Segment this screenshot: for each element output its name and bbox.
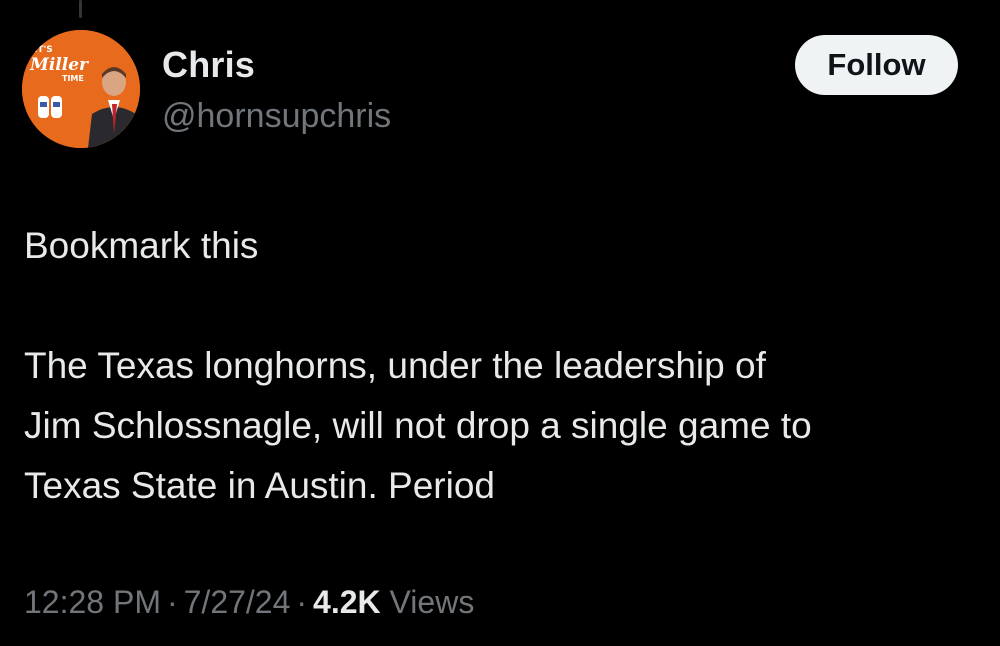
views-label[interactable]: Views xyxy=(390,584,475,620)
tweet-line: Bookmark this xyxy=(24,225,259,266)
display-name[interactable]: Chris xyxy=(162,44,391,86)
tweet-text: Bookmark this The Texas longhorns, under… xyxy=(24,216,984,516)
tweet-line: Jim Schlossnagle, will not drop a single… xyxy=(24,405,812,446)
tweet-time[interactable]: 12:28 PM xyxy=(24,584,161,620)
user-handle[interactable]: @hornsupchris xyxy=(162,96,391,136)
svg-text:TIME: TIME xyxy=(62,74,84,83)
views-count[interactable]: 4.2K xyxy=(313,584,381,620)
thread-connector-line xyxy=(79,0,82,18)
tweet-metadata: 12:28 PM · 7/27/24 · 4.2K Views xyxy=(24,580,474,624)
svg-text:IT'S: IT'S xyxy=(34,45,53,55)
avatar[interactable]: IT'S Miller TIME xyxy=(22,30,140,148)
tweet-line: The Texas longhorns, under the leadershi… xyxy=(24,345,766,386)
svg-text:Miller: Miller xyxy=(29,55,89,75)
separator-dot: · xyxy=(296,584,308,620)
tweet-line: Texas State in Austin. Period xyxy=(24,465,495,506)
user-info: Chris @hornsupchris xyxy=(162,44,391,136)
tweet-date[interactable]: 7/27/24 xyxy=(184,584,291,620)
avatar-image: IT'S Miller TIME xyxy=(22,30,140,148)
follow-button[interactable]: Follow xyxy=(795,35,958,95)
separator-dot: · xyxy=(166,584,178,620)
